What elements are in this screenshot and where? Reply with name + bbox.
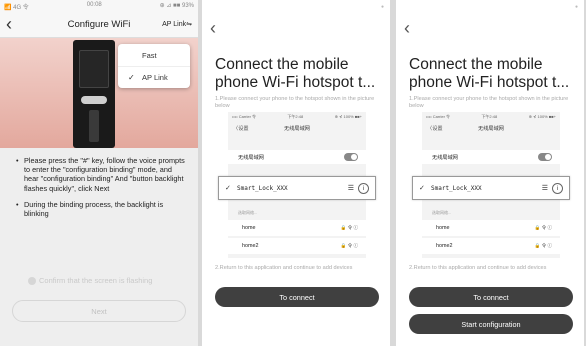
illustration-status-bar: •••• Carrier 令 下午2:48 ⊕ ⊀ 100% ■■+ [228,112,366,120]
network-name: home2 [436,243,453,249]
network-ssid: Smart_Lock_XXX [237,184,288,192]
illustration-title: 无线局域网 [478,125,504,132]
illustration-battery: ⊕ ⊀ 100% ■■+ [528,114,556,119]
illustration-carrier: •••• Carrier 令 [426,114,451,119]
network-name: home [242,225,256,231]
checkmark-icon: ✓ [225,185,231,192]
option-label: AP Link [142,73,168,82]
start-configuration-button[interactable]: Start configuration [409,314,573,334]
status-time: 00:08 [86,2,102,8]
option-label: Fast [142,50,157,60]
wifi-icon: ☰ [541,185,548,192]
select-network-label: 选取网络... [238,210,258,215]
wlan-label: 无线局域网 [238,154,264,161]
back-arrow-icon[interactable]: ‹ [210,18,216,38]
ap-link-label: AP Link [162,21,187,28]
swap-icon: ⇋ [186,21,192,28]
radio-icon [28,276,36,285]
wlan-row: 无线局域网 [422,150,560,164]
network-icons: 🔒 令 ⓘ [340,243,358,248]
network-icons: 🔒 令 ⓘ [534,243,552,248]
wifi-icon: ☰ [347,185,354,192]
checkmark-icon: ✓ [419,185,425,192]
network-name: home2 [242,243,259,249]
mode-option-fast[interactable]: Fast [118,44,190,66]
back-arrow-icon[interactable]: ‹ [404,18,410,38]
confirm-label: Confirm that the screen is flashing [39,276,153,285]
info-icon: i [358,182,369,194]
smart-lock-network-row: ✓ Smart_Lock_XXX ☰ i [412,176,570,200]
to-connect-button[interactable]: To connect [215,287,379,307]
status-dot: ● [574,4,578,10]
mode-option-ap-link[interactable]: ✓ AP Link [118,66,190,88]
illustration-carrier: •••• Carrier 令 [232,114,257,119]
status-bar: 📶 4G 令 00:08 ⊕ ⊿ ■■ 93% [0,0,198,12]
network-icons: 🔒 令 ⓘ [340,225,358,230]
checkmark-icon: ✓ [128,73,135,82]
wlan-label: 无线局域网 [432,154,458,161]
instructions: Please press the "#" key, follow the voi… [0,156,198,225]
smart-lock-image [73,40,115,148]
connect-hotspot-screen-returned: ● ‹ Connect the mobile phone Wi-Fi hotsp… [396,0,584,346]
instruction-item: Please press the "#" key, follow the voi… [16,156,188,193]
network-row: home2 🔒 令 ⓘ [228,238,366,254]
lock-keypad [79,50,109,88]
battery-indicator: ⊕ ⊿ ■■ 93% [159,3,194,9]
instruction-item: During the binding process, the backligh… [16,200,188,218]
network-row: home 🔒 令 ⓘ [422,220,560,236]
network-row: home2 🔒 令 ⓘ [422,238,560,254]
info-icon: i [552,182,563,194]
smart-lock-network-row: ✓ Smart_Lock_XXX ☰ i [218,176,376,200]
network-ssid: Smart_Lock_XXX [431,184,482,192]
wlan-toggle [344,153,358,161]
step-two-text: 2.Return to this application and continu… [409,265,547,271]
hotspot-illustration: •••• Carrier 令 下午2:48 ⊕ ⊀ 100% ■■+ 〈设置 无… [218,112,376,258]
network-icons: 🔒 令 ⓘ [534,225,552,230]
step-two-text: 2.Return to this application and continu… [215,265,353,271]
lock-sensor [89,110,99,142]
configure-wifi-screen: 📶 4G 令 00:08 ⊕ ⊿ ■■ 93% ‹ Configure WiFi… [0,0,198,346]
illustration-time: 下午2:48 [287,114,304,119]
page-heading: Connect the mobile phone Wi-Fi hotspot t… [215,56,376,91]
mode-dropdown: Fast ✓ AP Link [118,44,190,88]
step-one-text: 1.Please connect your phone to the hotsp… [409,96,569,109]
lock-handle [81,96,107,104]
nav-bar: ‹ Configure WiFi AP Link⇋ [0,12,198,38]
network-name: home [436,225,450,231]
network-row: home 🔒 令 ⓘ [228,220,366,236]
next-button[interactable]: Next [12,300,186,322]
step-one-text: 1.Please connect your phone to the hotsp… [215,96,375,109]
select-network-label: 选取网络... [432,210,452,215]
illustration-battery: ⊕ ⊀ 100% ■■+ [334,114,362,119]
signal-indicator: 📶 4G 令 [4,5,29,11]
status-dot: ● [380,4,384,10]
confirm-flashing-checkbox[interactable]: Confirm that the screen is flashing [28,276,152,285]
ap-link-toggle[interactable]: AP Link⇋ [162,20,192,28]
wlan-toggle [538,153,552,161]
hotspot-illustration: •••• Carrier 令 下午2:48 ⊕ ⊀ 100% ■■+ 〈设置 无… [412,112,570,258]
page-heading: Connect the mobile phone Wi-Fi hotspot t… [409,56,570,91]
to-connect-button[interactable]: To connect [409,287,573,307]
illustration-title: 无线局域网 [284,125,310,132]
illustration-status-bar: •••• Carrier 令 下午2:48 ⊕ ⊀ 100% ■■+ [422,112,560,120]
illustration-nav: 〈设置 无线局域网 [422,120,560,136]
connect-hotspot-screen: ● ‹ Connect the mobile phone Wi-Fi hotsp… [202,0,390,346]
wlan-row: 无线局域网 [228,150,366,164]
illustration-nav: 〈设置 无线局域网 [228,120,366,136]
illustration-time: 下午2:48 [481,114,498,119]
